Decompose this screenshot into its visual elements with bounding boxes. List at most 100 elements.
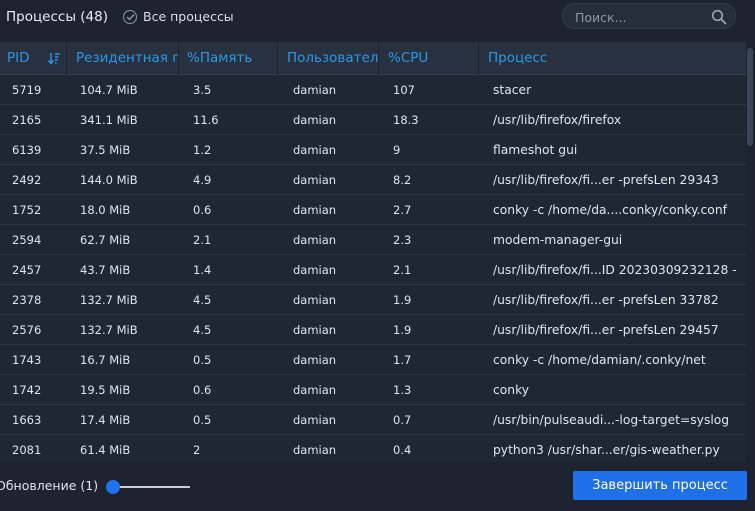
column-header-user[interactable]: Пользователь	[280, 42, 379, 75]
cell-user: damian	[293, 113, 337, 127]
cell-process: /usr/lib/firefox/fi...er -prefsLen 29457	[493, 323, 719, 337]
footer-bar: Обновление (1) Завершить процесс	[0, 462, 755, 511]
refresh-interval-label: Обновление (1)	[0, 478, 99, 493]
table-row[interactable]: 1743 16.7 MiB 0.5 damian 1.7 conky -c /home/d…	[0, 345, 746, 375]
cell-pid: 2165	[12, 113, 42, 127]
cell-pid: 1743	[12, 353, 42, 367]
cell-pid: 1752	[12, 203, 42, 217]
header-bar: Процессы (48) Все процессы	[0, 0, 755, 40]
cell-pid: 2492	[12, 173, 42, 187]
column-header-process[interactable]: Процесс	[481, 42, 746, 75]
table-row[interactable]: 2594 62.7 MiB 2.1 damian 2.3 modem-manager-gu…	[0, 225, 746, 255]
cell-user: damian	[293, 443, 337, 457]
cell-cpu: 1.9	[393, 323, 412, 337]
search-input[interactable]	[575, 8, 705, 26]
cell-memory-percent: 0.6	[193, 383, 212, 397]
all-processes-label[interactable]: Все процессы	[143, 9, 234, 24]
table-row[interactable]: 1742 19.5 MiB 0.6 damian 1.3 conky	[0, 375, 746, 405]
cell-process: stacer	[493, 83, 532, 97]
cell-memory-percent: 4.9	[193, 173, 212, 187]
cell-pid: 1742	[12, 383, 42, 397]
cell-user: damian	[293, 323, 337, 337]
table-row[interactable]: 6139 37.5 MiB 1.2 damian 9 flameshot gui	[0, 135, 746, 165]
cell-resident-memory: 132.7 MiB	[80, 323, 138, 337]
page-title: Процессы (48)	[6, 9, 108, 25]
cell-pid: 2576	[12, 323, 42, 337]
table-row[interactable]: 2081 61.4 MiB 2 damian 0.4 python3 /usr/shar.…	[0, 435, 746, 462]
table-row[interactable]: 2576 132.7 MiB 4.5 damian 1.9/usr/lib/firefo…	[0, 315, 746, 345]
column-header-resident-memory[interactable]: Резидентная па	[69, 42, 179, 75]
cell-pid: 2081	[12, 443, 42, 457]
check-circle-icon[interactable]	[123, 9, 137, 24]
cell-user: damian	[293, 293, 337, 307]
cell-cpu: 2.1	[393, 263, 412, 277]
cell-process: conky -c /home/damian/.conky/net	[493, 353, 706, 367]
cell-memory-percent: 3.5	[193, 83, 212, 97]
cell-memory-percent: 0.5	[193, 413, 212, 427]
cell-resident-memory: 61.4 MiB	[80, 443, 131, 457]
process-table: PID Резидентная па %Память Пользователь …	[0, 42, 746, 462]
column-header-memory-percent[interactable]: %Память	[180, 42, 278, 75]
search-box[interactable]	[562, 3, 736, 29]
cell-resident-memory: 16.7 MiB	[80, 353, 131, 367]
slider-handle[interactable]	[106, 480, 120, 494]
cell-cpu: 2.3	[393, 233, 412, 247]
cell-cpu: 18.3	[393, 113, 419, 127]
cell-cpu: 0.4	[393, 443, 412, 457]
cell-process: python3 /usr/shar...er/gis-weather.py	[493, 443, 720, 457]
cell-pid: 5719	[12, 83, 42, 97]
scrollbar-track[interactable]	[746, 42, 755, 462]
cell-process: modem-manager-gui	[493, 233, 623, 247]
sort-descending-icon[interactable]	[48, 52, 60, 65]
column-header-label: %CPU	[388, 50, 429, 66]
cell-process: /usr/bin/pulseaudi...-log-target=syslog	[493, 413, 730, 427]
table-header: PID Резидентная па %Память Пользователь …	[0, 42, 746, 75]
end-process-button[interactable]: Завершить процесс	[573, 471, 747, 500]
table-row[interactable]: 2378 132.7 MiB 4.5 damian 1.9/usr/lib/firefo…	[0, 285, 746, 315]
table-row[interactable]: 2165 341.1 MiB 11.6 damian 18.3/usr/lib/fire…	[0, 105, 746, 135]
cell-cpu: 9	[393, 143, 401, 157]
column-header-label: Пользователь	[287, 50, 379, 66]
cell-memory-percent: 2.1	[193, 233, 212, 247]
column-header-label: %Память	[187, 50, 253, 66]
cell-cpu: 8.2	[393, 173, 412, 187]
cell-cpu: 107	[393, 83, 415, 97]
column-header-cpu[interactable]: %CPU	[381, 42, 479, 75]
table-row[interactable]: 1663 17.4 MiB 0.5 damian 0.7/usr/bin/pulseau…	[0, 405, 746, 435]
cell-resident-memory: 62.7 MiB	[80, 233, 131, 247]
cell-cpu: 2.7	[393, 203, 412, 217]
cell-user: damian	[293, 203, 337, 217]
cell-resident-memory: 19.5 MiB	[80, 383, 131, 397]
cell-memory-percent: 4.5	[193, 323, 212, 337]
cell-user: damian	[293, 263, 337, 277]
cell-cpu: 1.7	[393, 353, 412, 367]
process-manager-window: Процессы (48) Все процессы PID Р	[0, 0, 755, 511]
cell-resident-memory: 17.4 MiB	[80, 413, 131, 427]
cell-memory-percent: 1.2	[193, 143, 212, 157]
cell-process: /usr/lib/firefox/fi...ID 20230309232128 …	[493, 263, 737, 277]
cell-resident-memory: 132.7 MiB	[80, 293, 138, 307]
scrollbar-thumb[interactable]	[747, 48, 753, 146]
refresh-interval-slider[interactable]	[104, 479, 192, 495]
table-row[interactable]: 5719 104.7 MiB 3.5 damian 107 stacer	[0, 75, 746, 105]
table-row[interactable]: 1752 18.0 MiB 0.6 damian 2.7 conky -c /home/d…	[0, 195, 746, 225]
cell-pid: 2457	[12, 263, 42, 277]
cell-pid: 2378	[12, 293, 42, 307]
column-header-label: Процесс	[488, 50, 548, 66]
slider-track[interactable]	[110, 486, 190, 488]
cell-memory-percent: 1.4	[193, 263, 212, 277]
cell-pid: 6139	[12, 143, 42, 157]
column-header-pid[interactable]: PID	[0, 42, 67, 75]
cell-resident-memory: 37.5 MiB	[80, 143, 131, 157]
table-body: 5719 104.7 MiB 3.5 damian 107 stacer 2165 341.1…	[0, 75, 746, 462]
cell-process: conky -c /home/da....conky/conky.conf	[493, 203, 727, 217]
table-row[interactable]: 2457 43.7 MiB 1.4 damian 2.1/usr/lib/firefox…	[0, 255, 746, 285]
search-icon[interactable]	[711, 9, 727, 25]
cell-memory-percent: 0.6	[193, 203, 212, 217]
table-row[interactable]: 2492 144.0 MiB 4.9 damian 8.2/usr/lib/firefo…	[0, 165, 746, 195]
column-header-label: Резидентная па	[76, 50, 179, 66]
cell-pid: 2594	[12, 233, 42, 247]
cell-user: damian	[293, 353, 337, 367]
cell-memory-percent: 11.6	[193, 113, 219, 127]
all-processes-toggle[interactable]: Все процессы	[123, 9, 234, 24]
